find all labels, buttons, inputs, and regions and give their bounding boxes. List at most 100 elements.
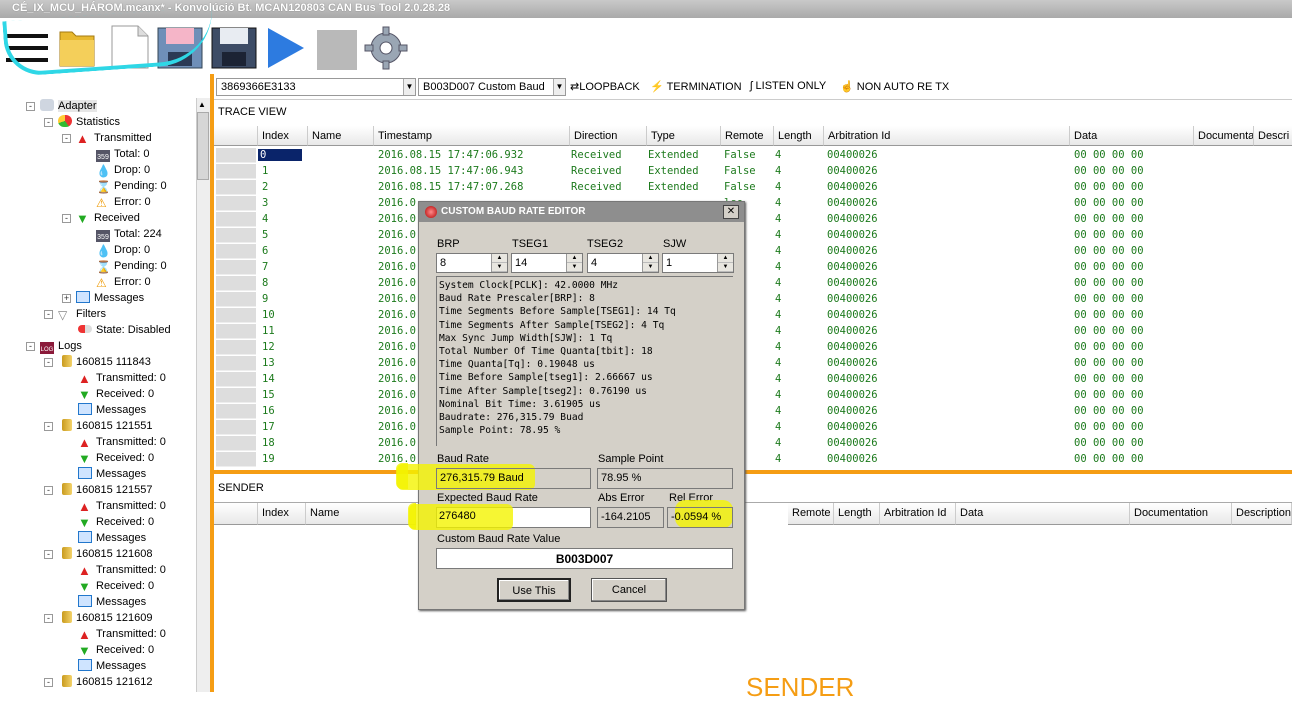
cancel-button[interactable]: Cancel	[591, 578, 667, 602]
tree-adapter[interactable]: Adapter	[40, 98, 97, 114]
column-header[interactable]: Data	[956, 503, 1130, 525]
tree-received[interactable]: ▼ Received	[76, 210, 140, 226]
collapse-icon[interactable]: -	[44, 678, 53, 687]
log-messages[interactable]: Messages	[78, 658, 146, 674]
table-row[interactable]: 92016.0lse40040002600 00 00 00	[214, 292, 1292, 308]
table-row[interactable]: 42016.0lse40040002600 00 00 00	[214, 212, 1292, 228]
log-entry[interactable]: 160815 121609	[62, 610, 152, 626]
tree-transmitted[interactable]: ▲ Transmitted	[76, 130, 152, 146]
column-header[interactable]: Name	[308, 126, 374, 146]
save-icon[interactable]	[210, 22, 257, 70]
column-header[interactable]: Remote	[721, 126, 774, 146]
tseg1-stepper[interactable]: 14 ▲ ▼	[511, 253, 583, 273]
sender-grid[interactable]: Index Name Remote Length Arbitration Id Data D…	[214, 502, 1292, 525]
row-selector[interactable]	[216, 228, 256, 243]
row-selector[interactable]	[216, 340, 256, 355]
column-header[interactable]: Index	[258, 126, 308, 146]
row-selector[interactable]	[216, 244, 256, 259]
log-entry[interactable]: 160815 121612	[62, 674, 152, 690]
row-selector[interactable]	[216, 404, 256, 419]
tree-filters[interactable]: ▽ Filters	[58, 306, 106, 322]
settings-gear-icon[interactable]	[362, 22, 408, 70]
log-messages[interactable]: Messages	[78, 402, 146, 418]
collapse-icon[interactable]: -	[44, 310, 53, 319]
trace-grid[interactable]: Index Name Timestamp Direction Type Remote Len…	[214, 126, 1292, 468]
column-header[interactable]: Remote	[788, 503, 834, 525]
row-selector[interactable]	[216, 276, 256, 291]
collapse-icon[interactable]: -	[44, 486, 53, 495]
row-selector[interactable]	[216, 308, 256, 323]
table-row[interactable]: 152016.0lse40040002600 00 00 00	[214, 388, 1292, 404]
column-header[interactable]: Timestamp	[374, 126, 570, 146]
table-row[interactable]: 162016.0lse40040002600 00 00 00	[214, 404, 1292, 420]
log-entry[interactable]: 160815 121557	[62, 482, 152, 498]
listen-only-toggle[interactable]: ʃ LISTEN ONLY	[750, 80, 826, 92]
expand-icon[interactable]: +	[62, 294, 71, 303]
column-header[interactable]: Name	[306, 503, 416, 525]
column-header[interactable]: Data	[1070, 126, 1194, 146]
collapse-icon[interactable]: -	[44, 358, 53, 367]
splitter-horizontal[interactable]	[214, 470, 1292, 474]
custom-baud-value[interactable]: B003D007	[436, 548, 733, 569]
row-selector[interactable]	[216, 388, 256, 403]
collapse-icon[interactable]: -	[26, 342, 35, 351]
table-row[interactable]: 1 2016.08.15 17:47:06.943 Received Extended…	[214, 164, 1292, 180]
tseg2-stepper[interactable]: 4 ▲ ▼	[587, 253, 659, 273]
baud-select[interactable]: B003D007 Custom Baud ▼	[418, 78, 566, 96]
table-row[interactable]: 62016.0lse40040002600 00 00 00	[214, 244, 1292, 260]
log-entry[interactable]: 160815 111843	[62, 354, 151, 370]
row-selector[interactable]	[216, 292, 256, 307]
play-icon[interactable]	[264, 22, 308, 70]
table-row[interactable]: 102016.0lse40040002600 00 00 00	[214, 308, 1292, 324]
column-header[interactable]: Description	[1232, 503, 1292, 525]
collapse-icon[interactable]: -	[44, 118, 53, 127]
row-selector[interactable]	[216, 420, 256, 435]
scroll-up-icon[interactable]: ▲	[198, 100, 206, 109]
collapse-icon[interactable]: -	[44, 550, 53, 559]
column-header[interactable]: Direction	[570, 126, 647, 146]
row-selector[interactable]	[216, 356, 256, 371]
table-row[interactable]: 132016.0lse40040002600 00 00 00	[214, 356, 1292, 372]
table-row[interactable]: 72016.0lse40040002600 00 00 00	[214, 260, 1292, 276]
column-header[interactable]: Descri	[1254, 126, 1292, 146]
collapse-icon[interactable]: -	[44, 422, 53, 431]
tree-scroll-thumb[interactable]	[197, 112, 209, 180]
non-auto-retx-toggle[interactable]: ☝ NON AUTO RE TX	[840, 80, 949, 93]
termination-toggle[interactable]: ⚡ TERMINATION	[650, 80, 742, 93]
row-selector[interactable]	[216, 180, 256, 195]
tree-scrollbar[interactable]	[196, 98, 210, 692]
tree-statistics[interactable]: Statistics	[58, 114, 120, 130]
column-header[interactable]: Documentation	[1130, 503, 1232, 525]
row-selector[interactable]	[216, 436, 256, 451]
table-row[interactable]: 2 2016.08.15 17:47:07.268 Received Extended…	[214, 180, 1292, 196]
table-row[interactable]: 192016.0lse40040002600 00 00 00	[214, 452, 1292, 468]
table-row[interactable]: 0 2016.08.15 17:47:06.932 Received Extended…	[214, 148, 1292, 164]
loopback-toggle[interactable]: ⇄LOOPBACK	[570, 80, 640, 93]
tree-logs[interactable]: LOG Logs	[40, 338, 82, 354]
close-icon[interactable]: ✕	[723, 205, 739, 219]
stop-icon[interactable]	[314, 22, 358, 70]
use-this-button[interactable]: Use This	[497, 578, 571, 602]
log-messages[interactable]: Messages	[78, 466, 146, 482]
column-header[interactable]: Arbitration Id	[824, 126, 1070, 146]
collapse-icon[interactable]: -	[62, 214, 71, 223]
column-header[interactable]: Arbitration Id	[880, 503, 956, 525]
table-row[interactable]: 82016.0lse40040002600 00 00 00	[214, 276, 1292, 292]
log-entry[interactable]: 160815 121608	[62, 546, 152, 562]
log-messages[interactable]: Messages	[78, 594, 146, 610]
table-row[interactable]: 182016.0lse40040002600 00 00 00	[214, 436, 1292, 452]
row-selector[interactable]	[216, 452, 256, 467]
column-header[interactable]: Length	[834, 503, 880, 525]
collapse-icon[interactable]: -	[26, 102, 35, 111]
row-selector[interactable]	[216, 324, 256, 339]
column-header[interactable]: Length	[774, 126, 824, 146]
row-selector[interactable]	[216, 148, 256, 163]
table-row[interactable]: 32016.0lse40040002600 00 00 00	[214, 196, 1292, 212]
row-selector[interactable]	[216, 196, 256, 211]
table-row[interactable]: 122016.0lse40040002600 00 00 00	[214, 340, 1292, 356]
table-row[interactable]: 142016.0lse40040002600 00 00 00	[214, 372, 1292, 388]
log-messages[interactable]: Messages	[78, 530, 146, 546]
row-selector[interactable]	[216, 260, 256, 275]
device-select[interactable]: 3869366E3133 ▼	[216, 78, 416, 96]
table-row[interactable]: 52016.0lse40040002600 00 00 00	[214, 228, 1292, 244]
